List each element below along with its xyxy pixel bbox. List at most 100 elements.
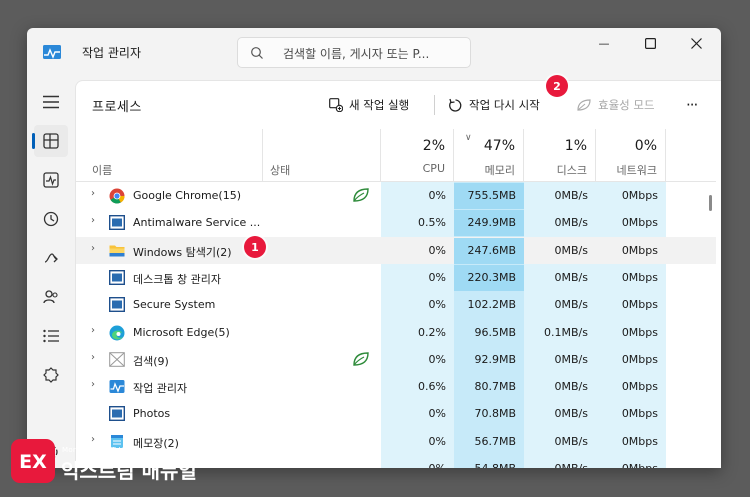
new-task-label: 새 작업 실행 xyxy=(349,98,410,112)
dwm-icon xyxy=(108,269,126,285)
network-value: 0Mbps xyxy=(621,352,658,366)
users-icon xyxy=(43,290,58,304)
toolbar-divider xyxy=(434,95,435,115)
nav-users[interactable] xyxy=(34,281,68,313)
performance-icon xyxy=(43,172,59,188)
network-value: 0Mbps xyxy=(621,298,658,312)
memory-value: 249.9MB xyxy=(467,216,516,230)
disk-value: 0MB/s xyxy=(554,298,588,312)
header-cpu[interactable]: 2% CPU xyxy=(381,129,454,181)
process-name: Windows 탐색기(2) xyxy=(133,245,232,259)
process-name: Photos xyxy=(133,407,171,421)
nav-app-history[interactable] xyxy=(34,203,68,235)
watermark-title: 익스트림 매뉴얼 xyxy=(61,459,197,483)
search-placeholder: 검색할 이름, 게시자 또는 P... xyxy=(283,47,430,61)
page-title: 프로세스 xyxy=(92,100,142,115)
expand-chevron-icon[interactable]: › xyxy=(91,243,95,254)
table-row[interactable]: 데스크톱 창 관리자 0% 220.3MB 0MB/s 0Mbps xyxy=(76,264,716,291)
table-row[interactable]: Secure System 0% 102.2MB 0MB/s 0Mbps xyxy=(76,291,716,318)
table-row[interactable]: › 메모장(2) 0% 56.7MB 0MB/s 0Mbps xyxy=(76,428,716,455)
expand-chevron-icon[interactable]: › xyxy=(91,352,95,363)
memory-value: 102.2MB xyxy=(467,298,516,312)
expand-chevron-icon[interactable]: › xyxy=(91,434,95,445)
header-network[interactable]: 0% 네트워크 xyxy=(596,129,666,181)
header-disk-percent: 1% xyxy=(564,138,587,154)
startup-apps-icon xyxy=(44,253,58,263)
table-row[interactable]: Photos 0% 70.8MB 0MB/s 0Mbps xyxy=(76,400,716,427)
memory-value: 220.3MB xyxy=(467,270,516,284)
annotation-badge-1: 1 xyxy=(244,236,266,258)
new-task-button[interactable]: 새 작업 실행 xyxy=(329,91,409,119)
table-row[interactable]: › Windows 탐색기(2) 0% 247.6MB 0MB/s 0Mbps xyxy=(76,236,716,264)
search-input[interactable]: 검색할 이름, 게시자 또는 P... xyxy=(237,37,471,68)
memory-value: 56.7MB xyxy=(474,434,516,448)
expand-chevron-icon[interactable]: › xyxy=(91,379,95,390)
process-name: Secure System xyxy=(133,298,216,312)
network-value: 0Mbps xyxy=(621,216,658,230)
maximize-button[interactable] xyxy=(627,28,673,58)
maximize-icon xyxy=(644,37,656,49)
efficiency-mode-button[interactable]: 효율성 모드 xyxy=(576,91,655,119)
header-name[interactable]: 이름 xyxy=(76,129,263,181)
memory-value: 92.9MB xyxy=(474,352,516,366)
process-name: 메모장(2) xyxy=(133,436,179,450)
table-row[interactable]: › Antimalware Service ... 0.5% 249.9MB 0MB/s… xyxy=(76,209,716,237)
table-row[interactable]: › 작업 관리자 0.6% 80.7MB 0MB/s 0Mbps xyxy=(76,373,716,400)
expand-chevron-icon[interactable]: › xyxy=(91,188,95,199)
network-value: 0Mbps xyxy=(621,380,658,394)
network-value: 0Mbps xyxy=(621,325,658,339)
watermark-subtitle: More Better IT Life xyxy=(62,446,133,454)
minimize-button[interactable]: — xyxy=(581,28,627,58)
header-network-percent: 0% xyxy=(634,138,657,154)
table-row[interactable]: › Microsoft Edge(5) 0.2% 96.5MB 0.1MB/s 0Mbps xyxy=(76,319,716,346)
task-manager-window: 작업 관리자 검색할 이름, 게시자 또는 P... — 프로세스 새 작업 실… xyxy=(27,28,721,468)
process-name: 작업 관리자 xyxy=(133,382,188,396)
memory-value: 54.8MB xyxy=(454,462,516,468)
close-button[interactable] xyxy=(673,28,719,58)
watermark-logo: EX xyxy=(11,439,55,483)
system-icon xyxy=(108,297,126,313)
header-cpu-percent: 2% xyxy=(422,138,445,154)
network-value: 0Mbps xyxy=(621,270,658,284)
chrome-icon xyxy=(109,188,125,204)
disk-value: 0.1MB/s xyxy=(544,325,588,339)
network-value: 0Mbps xyxy=(621,407,658,421)
header-disk[interactable]: 1% 디스크 xyxy=(524,129,596,181)
header-memory[interactable]: ∨ 47% 메모리 xyxy=(454,129,524,181)
nav-menu-button[interactable] xyxy=(34,86,68,118)
nav-services[interactable] xyxy=(34,359,68,391)
memory-value: 96.5MB xyxy=(474,325,516,339)
expand-chevron-icon[interactable]: › xyxy=(91,215,95,226)
process-name: Google Chrome(15) xyxy=(133,189,242,202)
more-options-button[interactable]: ··· xyxy=(686,91,698,119)
cpu-value: 0% xyxy=(428,243,446,257)
vertical-scrollbar[interactable] xyxy=(709,195,712,211)
annotation-badge-2: 2 xyxy=(546,75,568,97)
header-network-label: 네트워크 xyxy=(616,164,657,177)
cpu-value: 0.5% xyxy=(418,216,446,230)
restart-task-button[interactable]: 작업 다시 시작 xyxy=(448,91,540,119)
sort-descending-icon: ∨ xyxy=(465,133,472,143)
header-disk-label: 디스크 xyxy=(556,164,587,177)
cpu-value: 0% xyxy=(428,298,446,312)
nav-startup-apps[interactable] xyxy=(34,242,68,274)
nav-performance[interactable] xyxy=(34,164,68,196)
disk-value: 0MB/s xyxy=(554,189,588,202)
memory-value: 80.7MB xyxy=(474,380,516,394)
cpu-value: 0% xyxy=(381,462,446,468)
processes-panel: 프로세스 새 작업 실행 작업 다시 시작 효율성 모드 ··· 이름 상태 2… xyxy=(75,80,721,468)
menu-icon xyxy=(43,95,59,109)
network-value: 0Mbps xyxy=(621,243,658,257)
disk-value: 0MB/s xyxy=(554,216,588,230)
cpu-value: 0% xyxy=(428,352,446,366)
efficiency-mode-label: 효율성 모드 xyxy=(598,98,655,112)
table-row[interactable]: › 검색(9) 0% 92.9MB 0MB/s 0Mbps xyxy=(76,346,716,373)
nav-details[interactable] xyxy=(34,320,68,352)
edge-icon xyxy=(109,325,125,340)
expand-chevron-icon[interactable]: › xyxy=(91,325,95,336)
header-status[interactable]: 상태 xyxy=(263,129,381,181)
nav-processes[interactable] xyxy=(32,125,68,157)
header-status-label: 상태 xyxy=(270,164,291,177)
table-row[interactable]: › Google Chrome(15) 0% 755.5MB 0MB/s 0Mbps xyxy=(76,182,716,209)
memory-value: 70.8MB xyxy=(474,407,516,421)
